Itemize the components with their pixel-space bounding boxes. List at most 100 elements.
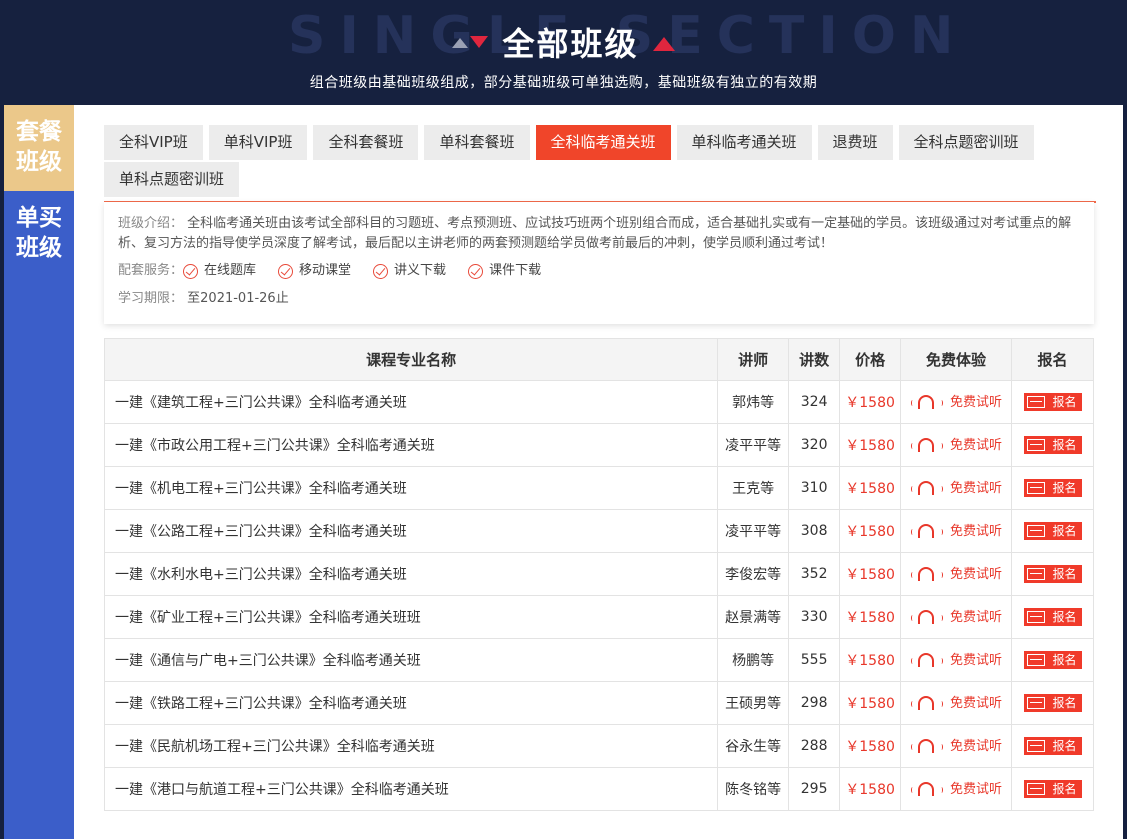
signup-label: 报名 bbox=[1052, 739, 1077, 753]
free-trial-button[interactable]: 免费试听 bbox=[910, 735, 1002, 754]
course-price: ￥1580 bbox=[839, 509, 902, 553]
course-name[interactable]: 一建《通信与广电+三门公共课》全科临考通关班 bbox=[103, 638, 719, 682]
side-item-package[interactable]: 套餐班级 bbox=[4, 105, 74, 191]
tab-single-vip[interactable]: 单科VIP班 bbox=[208, 125, 308, 160]
table-row: 一建《建筑工程+三门公共课》全科临考通关班 郭炜等 324 ￥1580 免费试听 报名 bbox=[103, 380, 1094, 424]
headphones-icon bbox=[910, 479, 944, 495]
table-row: 一建《铁路工程+三门公共课》全科临考通关班 王硕男等 298 ￥1580 免费试听 报名 bbox=[103, 681, 1094, 725]
free-trial-button[interactable]: 免费试听 bbox=[910, 778, 1002, 797]
table-row: 一建《机电工程+三门公共课》全科临考通关班 王克等 310 ￥1580 免费试听 报名 bbox=[103, 466, 1094, 510]
triangle-down-icon bbox=[470, 36, 489, 48]
signup-button[interactable]: 报名 bbox=[1023, 736, 1082, 755]
free-trial-button[interactable]: 免费试听 bbox=[910, 692, 1002, 711]
title-decoration-left bbox=[452, 36, 489, 48]
cart-icon bbox=[1026, 653, 1045, 666]
signup-button[interactable]: 报名 bbox=[1023, 392, 1082, 411]
free-trial-button[interactable]: 免费试听 bbox=[910, 606, 1002, 625]
service-item: 在线题库 bbox=[183, 261, 256, 281]
title-decoration-right bbox=[652, 37, 675, 51]
course-price: ￥1580 bbox=[839, 423, 902, 467]
course-teacher: 李俊宏等 bbox=[717, 552, 790, 596]
course-count: 295 bbox=[788, 767, 841, 811]
course-teacher: 陈冬铭等 bbox=[717, 767, 790, 811]
signup-label: 报名 bbox=[1052, 481, 1077, 495]
free-trial-label: 免费试听 bbox=[950, 782, 1003, 798]
signup-label: 报名 bbox=[1052, 395, 1077, 409]
signup-cell: 报名 bbox=[1011, 509, 1094, 553]
tab-full-vip[interactable]: 全科VIP班 bbox=[104, 125, 203, 160]
tab-single-secret-training[interactable]: 单科点题密训班 bbox=[104, 162, 240, 197]
signup-button[interactable]: 报名 bbox=[1023, 521, 1082, 540]
services-label: 配套服务： bbox=[118, 263, 184, 278]
tab-single-package[interactable]: 单科套餐班 bbox=[424, 125, 530, 160]
trial-cell: 免费试听 bbox=[900, 595, 1012, 639]
free-trial-label: 免费试听 bbox=[950, 739, 1003, 755]
course-name[interactable]: 一建《矿业工程+三门公共课》全科临考通关班班 bbox=[103, 595, 719, 639]
course-teacher: 谷永生等 bbox=[717, 724, 790, 768]
service-item: 课件下载 bbox=[468, 261, 541, 281]
signup-button[interactable]: 报名 bbox=[1023, 478, 1082, 497]
title-row: 全部班级 bbox=[0, 20, 1127, 64]
course-teacher: 郭炜等 bbox=[717, 380, 790, 424]
signup-button[interactable]: 报名 bbox=[1023, 650, 1082, 669]
course-count: 324 bbox=[788, 380, 841, 424]
signup-button[interactable]: 报名 bbox=[1023, 693, 1082, 712]
free-trial-button[interactable]: 免费试听 bbox=[910, 477, 1002, 496]
cart-icon bbox=[1026, 739, 1045, 752]
services-row: 配套服务： 在线题库 移动课堂 讲义下载 课件下载 bbox=[118, 261, 1080, 281]
course-name[interactable]: 一建《公路工程+三门公共课》全科临考通关班 bbox=[103, 509, 719, 553]
course-price: ￥1580 bbox=[839, 595, 902, 639]
course-teacher: 杨鹏等 bbox=[717, 638, 790, 682]
signup-cell: 报名 bbox=[1011, 767, 1094, 811]
triangle-up-icon bbox=[452, 38, 469, 48]
course-price: ￥1580 bbox=[839, 552, 902, 596]
course-name[interactable]: 一建《机电工程+三门公共课》全科临考通关班 bbox=[103, 466, 719, 510]
trial-cell: 免费试听 bbox=[900, 638, 1012, 682]
free-trial-label: 免费试听 bbox=[950, 653, 1003, 669]
course-name[interactable]: 一建《民航机场工程+三门公共课》全科临考通关班 bbox=[103, 724, 719, 768]
free-trial-button[interactable]: 免费试听 bbox=[910, 563, 1002, 582]
table-row: 一建《矿业工程+三门公共课》全科临考通关班班 赵景满等 330 ￥1580 免费试听 报名 bbox=[103, 595, 1094, 639]
tab-full-secret-training[interactable]: 全科点题密训班 bbox=[898, 125, 1034, 160]
course-name[interactable]: 一建《市政公用工程+三门公共课》全科临考通关班 bbox=[103, 423, 719, 467]
class-intro: 班级介绍： 全科临考通关班由该考试全部科目的习题班、考点预测班、应试技巧班两个班… bbox=[118, 214, 1080, 254]
cart-icon bbox=[1026, 524, 1045, 537]
tab-single-final-pass[interactable]: 单科临考通关班 bbox=[676, 125, 812, 160]
course-name[interactable]: 一建《铁路工程+三门公共课》全科临考通关班 bbox=[103, 681, 719, 725]
table-header-row: 课程专业名称 讲师 讲数 价格 免费体验 报名 bbox=[103, 338, 1094, 381]
tab-refund[interactable]: 退费班 bbox=[817, 125, 893, 160]
side-item-single[interactable]: 单买班级 bbox=[4, 191, 74, 275]
course-name[interactable]: 一建《建筑工程+三门公共课》全科临考通关班 bbox=[103, 380, 719, 424]
signup-cell: 报名 bbox=[1011, 724, 1094, 768]
col-header-trial: 免费体验 bbox=[900, 338, 1012, 381]
class-info-card: 班级介绍： 全科临考通关班由该考试全部科目的习题班、考点预测班、应试技巧班两个班… bbox=[104, 202, 1094, 324]
signup-button[interactable]: 报名 bbox=[1023, 435, 1082, 454]
free-trial-label: 免费试听 bbox=[950, 438, 1003, 454]
check-circle-icon bbox=[373, 263, 389, 279]
signup-cell: 报名 bbox=[1011, 681, 1094, 725]
headphones-icon bbox=[910, 694, 944, 710]
trial-cell: 免费试听 bbox=[900, 509, 1012, 553]
trial-cell: 免费试听 bbox=[900, 423, 1012, 467]
free-trial-button[interactable]: 免费试听 bbox=[910, 434, 1002, 453]
tab-full-package[interactable]: 全科套餐班 bbox=[313, 125, 419, 160]
free-trial-button[interactable]: 免费试听 bbox=[910, 520, 1002, 539]
course-name[interactable]: 一建《水利水电+三门公共课》全科临考通关班 bbox=[103, 552, 719, 596]
page-subtitle: 组合班级由基础班级组成，部分基础班级可单独选购，基础班级有独立的有效期 bbox=[309, 75, 818, 91]
signup-label: 报名 bbox=[1052, 438, 1077, 452]
tab-full-final-pass[interactable]: 全科临考通关班 bbox=[535, 125, 671, 160]
col-header-price: 价格 bbox=[839, 338, 902, 381]
period-value: 至2021-01-26止 bbox=[187, 291, 289, 306]
signup-button[interactable]: 报名 bbox=[1023, 607, 1082, 626]
trial-cell: 免费试听 bbox=[900, 681, 1012, 725]
side-nav: 套餐班级 单买班级 bbox=[4, 105, 74, 839]
signup-button[interactable]: 报名 bbox=[1023, 564, 1082, 583]
triangle-up-icon bbox=[652, 37, 675, 51]
free-trial-button[interactable]: 免费试听 bbox=[910, 391, 1002, 410]
course-count: 352 bbox=[788, 552, 841, 596]
free-trial-button[interactable]: 免费试听 bbox=[910, 649, 1002, 668]
signup-button[interactable]: 报名 bbox=[1023, 779, 1082, 798]
signup-cell: 报名 bbox=[1011, 423, 1094, 467]
table-row: 一建《公路工程+三门公共课》全科临考通关班 凌平平等 308 ￥1580 免费试听 报名 bbox=[103, 509, 1094, 553]
course-name[interactable]: 一建《港口与航道工程+三门公共课》全科临考通关班 bbox=[103, 767, 719, 811]
